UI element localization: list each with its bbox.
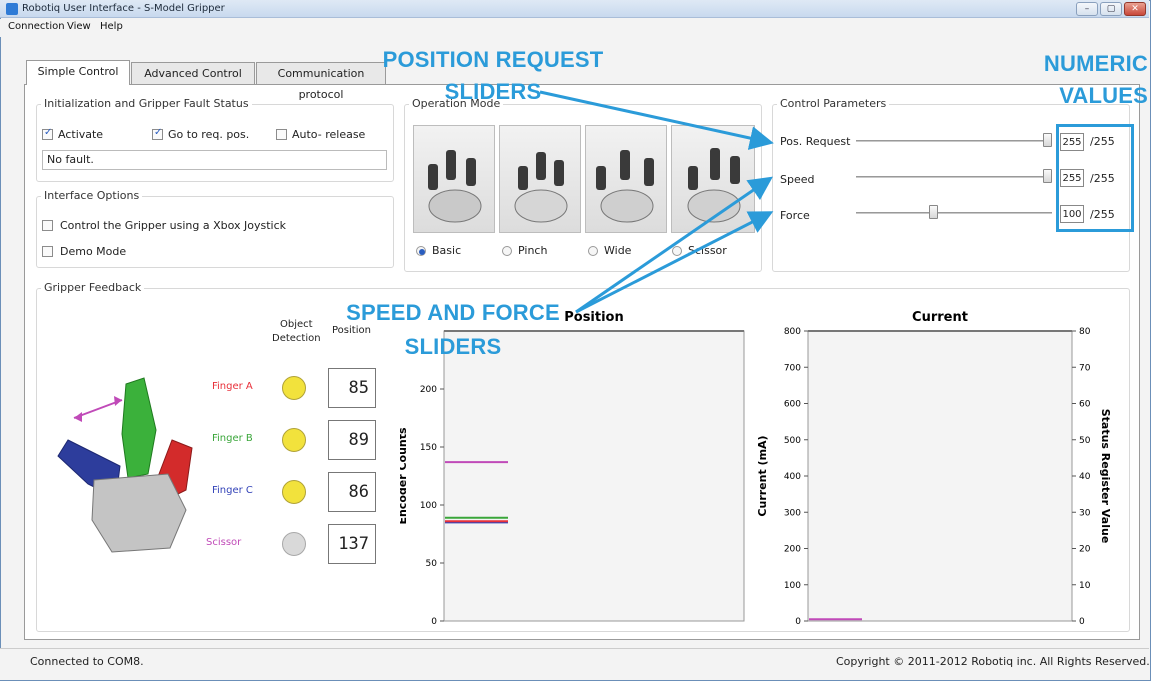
copyright-text: Copyright © 2011-2012 Robotiq inc. All R… xyxy=(836,655,1150,668)
connection-status: Connected to COM8. xyxy=(30,655,144,668)
annotation-arrows xyxy=(539,90,774,314)
